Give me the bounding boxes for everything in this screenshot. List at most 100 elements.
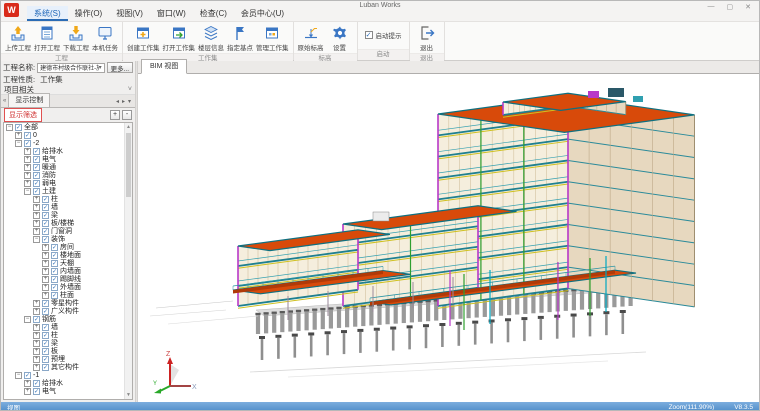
expand-icon[interactable]: + (33, 332, 40, 339)
expand-icon[interactable]: + (42, 292, 49, 299)
tree-scrollbar[interactable]: ▲ ▼ (124, 123, 132, 399)
minimize-button[interactable]: — (708, 3, 715, 11)
expand-icon[interactable]: + (15, 132, 22, 139)
tree-item[interactable]: +✓其它构件 (4, 363, 132, 371)
ribbon-button[interactable]: 指定基点 (226, 24, 254, 53)
ribbon-button[interactable]: 退出 (413, 24, 441, 53)
expand-icon[interactable]: + (33, 228, 40, 235)
tree-checkbox[interactable]: ✓ (33, 148, 40, 155)
tree-item[interactable]: +✓给排水 (4, 147, 132, 155)
tree-checkbox[interactable]: ✓ (42, 300, 49, 307)
collapse-all-button[interactable]: - (122, 110, 132, 120)
expand-all-button[interactable]: + (110, 110, 120, 120)
ribbon-button[interactable]: 楼层信息 (197, 24, 225, 53)
tree-checkbox[interactable]: ✓ (42, 356, 49, 363)
tree-item[interactable]: −✓全部 (4, 123, 132, 131)
tree-item[interactable]: −✓土建 (4, 187, 132, 195)
tree-item[interactable]: +✓电气 (4, 155, 132, 163)
bim-model[interactable] (138, 74, 759, 402)
expand-icon[interactable]: + (33, 300, 40, 307)
tree-checkbox[interactable]: ✓ (42, 340, 49, 347)
tab-menu-icon[interactable]: ▾ (128, 98, 131, 105)
display-filter-button[interactable]: 显示筛选 (4, 108, 42, 122)
tree-checkbox[interactable]: ✓ (24, 132, 31, 139)
more-button[interactable]: 更多... (107, 62, 133, 73)
tree-item[interactable]: +✓广义构件 (4, 307, 132, 315)
tree-item[interactable]: +✓墙 (4, 323, 132, 331)
tree-checkbox[interactable]: ✓ (33, 164, 40, 171)
tree-item[interactable]: −✓-2 (4, 139, 132, 147)
ribbon-button[interactable]: 设置 (326, 24, 354, 53)
expand-icon[interactable]: + (24, 172, 31, 179)
tree-checkbox[interactable]: ✓ (33, 188, 40, 195)
tree-item[interactable]: −✓-1 (4, 371, 132, 379)
tree-checkbox[interactable]: ✓ (42, 212, 49, 219)
expand-icon[interactable]: + (42, 244, 49, 251)
ribbon-button[interactable]: 上传工程 (4, 24, 32, 53)
pin-icon[interactable]: « (3, 98, 6, 104)
close-button[interactable]: ✕ (745, 3, 751, 11)
ribbon-button[interactable]: 原始标高 (297, 24, 325, 53)
scroll-up-icon[interactable]: ▲ (125, 123, 132, 131)
expand-icon[interactable]: + (24, 148, 31, 155)
menu-item[interactable]: 操作(O) (68, 6, 110, 21)
expand-icon[interactable]: + (24, 164, 31, 171)
project-name-select[interactable]: 建德市村级合作联社-施工模型 ▾ (37, 63, 104, 73)
menu-item[interactable]: 窗口(W) (150, 6, 193, 21)
expand-icon[interactable]: + (33, 324, 40, 331)
tree-checkbox[interactable]: ✓ (24, 372, 31, 379)
bim-3d-viewport[interactable]: Z X Y (138, 74, 759, 402)
tree-checkbox[interactable]: ✓ (42, 196, 49, 203)
ribbon-button[interactable]: 打开工程 (33, 24, 61, 53)
collapse-icon[interactable]: − (6, 124, 13, 131)
tree-item[interactable]: +✓板 (4, 347, 132, 355)
expand-icon[interactable]: + (33, 340, 40, 347)
ribbon-button[interactable]: 管理工作集 (255, 24, 290, 53)
tree-checkbox[interactable]: ✓ (33, 156, 40, 163)
expand-icon[interactable]: + (33, 196, 40, 203)
expand-icon[interactable]: + (33, 204, 40, 211)
tree-checkbox[interactable]: ✓ (42, 228, 49, 235)
expand-icon[interactable]: + (33, 364, 40, 371)
tree-checkbox[interactable]: ✓ (33, 180, 40, 187)
tree-checkbox[interactable]: ✓ (51, 284, 58, 291)
tree-checkbox[interactable]: ✓ (51, 260, 58, 267)
tree-checkbox[interactable]: ✓ (42, 364, 49, 371)
tree-item[interactable]: +✓柱 (4, 331, 132, 339)
tree-item[interactable]: +✓消防 (4, 171, 132, 179)
tree-item[interactable]: +✓暖通 (4, 163, 132, 171)
collapse-icon[interactable]: − (24, 188, 31, 195)
tree-item[interactable]: +✓弱电 (4, 179, 132, 187)
menu-item[interactable]: 系统(S) (27, 6, 68, 21)
startup-tip-checkbox[interactable]: ✓启动提示 (361, 24, 406, 46)
tree-checkbox[interactable]: ✓ (42, 220, 49, 227)
tree-checkbox[interactable]: ✓ (51, 244, 58, 251)
expand-icon[interactable]: + (42, 252, 49, 259)
expand-icon[interactable]: + (42, 260, 49, 267)
tab-display-control[interactable]: 显示控制 (8, 93, 50, 107)
tree-checkbox[interactable]: ✓ (33, 316, 40, 323)
expand-icon[interactable]: + (33, 212, 40, 219)
tree-item[interactable]: +✓给排水 (4, 379, 132, 387)
tree-checkbox[interactable]: ✓ (33, 172, 40, 179)
tree-item[interactable]: +✓梁 (4, 339, 132, 347)
expand-icon[interactable]: + (24, 156, 31, 163)
expand-icon[interactable]: + (33, 356, 40, 363)
expand-icon[interactable]: + (42, 284, 49, 291)
tab-scroll-left-icon[interactable]: ◂ (116, 98, 119, 105)
tree-checkbox[interactable]: ✓ (42, 348, 49, 355)
tree-checkbox[interactable]: ✓ (33, 380, 40, 387)
tree-item[interactable]: +✓0 (4, 131, 132, 139)
tree-checkbox[interactable]: ✓ (33, 388, 40, 395)
ribbon-button[interactable]: 打开工作集 (162, 24, 197, 53)
tree-checkbox[interactable]: ✓ (42, 332, 49, 339)
tree-item[interactable]: +✓门窗洞 (4, 227, 132, 235)
collapse-icon[interactable]: − (15, 140, 22, 147)
ribbon-button[interactable]: 创建工作集 (126, 24, 161, 53)
ribbon-button[interactable]: 下载工程 (62, 24, 90, 53)
tree-checkbox[interactable]: ✓ (51, 276, 58, 283)
tab-bim-view[interactable]: BIM 视图 (141, 59, 187, 74)
expand-icon[interactable]: + (42, 268, 49, 275)
tree-checkbox[interactable]: ✓ (24, 140, 31, 147)
tree-checkbox[interactable]: ✓ (51, 252, 58, 259)
